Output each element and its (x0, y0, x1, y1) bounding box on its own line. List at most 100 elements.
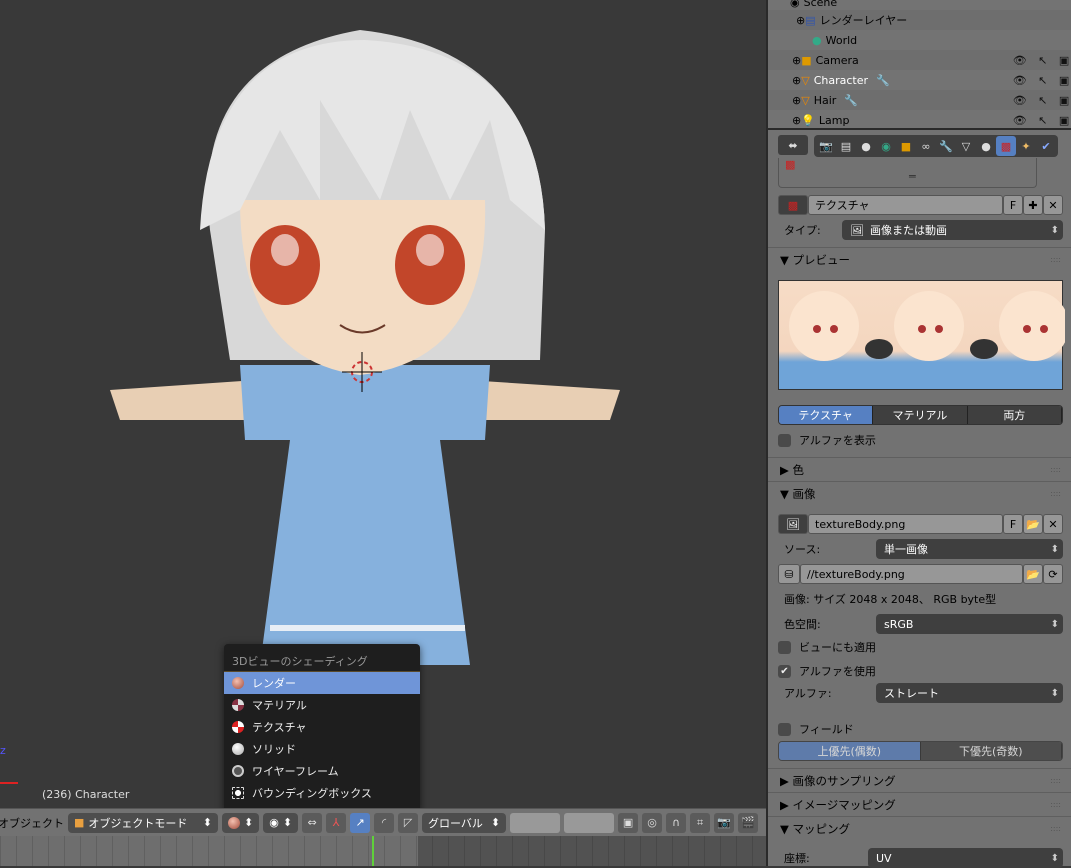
object-tab-icon[interactable]: ■ (896, 136, 916, 156)
source-dropdown[interactable]: 単一画像 (876, 539, 1063, 559)
layers-2[interactable] (564, 812, 615, 833)
cursor-icon[interactable]: ↖ (1038, 74, 1047, 87)
translate-icon[interactable]: ⅄ (326, 812, 347, 833)
sampling-panel-header[interactable]: ▶ 画像のサンプリング:::: (768, 768, 1071, 792)
object-menu[interactable]: オブジェクト (0, 815, 64, 831)
cursor-icon[interactable]: ↖ (1038, 54, 1047, 67)
menu-item-material[interactable]: マテリアル (224, 694, 420, 716)
render-animation-icon[interactable]: 🎬 (738, 812, 759, 833)
fake-user-button[interactable]: F (1003, 195, 1023, 215)
scale-icon[interactable]: ◜ (374, 812, 395, 833)
filepath-field[interactable]: //textureBody.png (800, 564, 1023, 584)
manipulator-toggle-icon[interactable]: ⇔ (302, 812, 323, 833)
mapping-panel-header[interactable]: ▼ マッピング:::: (768, 816, 1071, 840)
rotate-icon[interactable]: ↗ (350, 812, 371, 833)
mesh-icon: ▽ (801, 73, 810, 87)
render-icon[interactable]: ▣ (1059, 54, 1069, 67)
texture-browse-icon[interactable]: ▩ (778, 195, 808, 215)
outliner-item-renderlayer[interactable]: ⊕ ▤ レンダーレイヤー (768, 10, 1071, 30)
view-as-render-checkbox[interactable] (778, 640, 791, 654)
cursor-icon[interactable]: ↖ (1038, 94, 1047, 107)
reload-icon[interactable]: ⟳ (1043, 564, 1063, 584)
tab-texture[interactable]: テクスチャ (779, 406, 874, 424)
constraints-tab-icon[interactable]: ∞ (916, 136, 936, 156)
scene-tab-icon[interactable]: ● (856, 136, 876, 156)
fields-row[interactable]: フィールド (778, 719, 1063, 739)
snap-icon[interactable]: ∩ (666, 812, 687, 833)
unlink-image-icon[interactable]: ✕ (1043, 514, 1063, 534)
tab-material[interactable]: マテリアル (873, 406, 968, 424)
colorspace-dropdown[interactable]: sRGB (876, 614, 1063, 634)
data-tab-icon[interactable]: ▽ (956, 136, 976, 156)
fields-checkbox[interactable] (778, 722, 791, 736)
shading-select[interactable]: ⬍ (222, 812, 260, 833)
file-browse-icon[interactable]: 📂 (1023, 564, 1043, 584)
orientation-select[interactable]: グローバル ⬍ (422, 812, 507, 833)
view-as-render-row[interactable]: ビューにも適用 (778, 637, 1063, 657)
field-order-odd[interactable]: 下優先(奇数) (920, 742, 1062, 760)
eye-icon[interactable]: 👁 (1013, 54, 1027, 67)
cursor-icon[interactable]: ↖ (1038, 114, 1047, 127)
eye-icon[interactable]: 👁 (1013, 74, 1027, 87)
resize-handle[interactable]: ═ (909, 170, 916, 183)
menu-item-bounding-box[interactable]: バウンディングボックス (224, 782, 420, 804)
particles-tab-icon[interactable]: ✦ (1016, 136, 1036, 156)
snap-element-icon[interactable]: ⌗ (690, 812, 711, 833)
texture-slots-list[interactable]: ▩ ═ (778, 158, 1037, 188)
material-tab-icon[interactable]: ● (976, 136, 996, 156)
layer-lock-icon[interactable]: ▣ (618, 812, 639, 833)
menu-item-solid[interactable]: ソリッド (224, 738, 420, 760)
menu-item-texture[interactable]: テクスチャ (224, 716, 420, 738)
pivot-select[interactable]: ◉ ⬍ (263, 812, 299, 833)
preview-panel-header[interactable]: ▼ プレビュー:::: (768, 247, 1071, 271)
alpha-dropdown[interactable]: ストレート (876, 683, 1063, 703)
outliner-item-world[interactable]: ● World (768, 30, 1071, 50)
menu-item-wireframe[interactable]: ワイヤーフレーム (224, 760, 420, 782)
render-icon[interactable]: ▣ (1059, 94, 1069, 107)
scale-icon-2[interactable]: ◸ (398, 812, 419, 833)
show-alpha-checkbox[interactable] (778, 433, 791, 447)
timeline[interactable] (0, 836, 766, 866)
mode-select[interactable]: ■ オブジェクトモード ⬍ (68, 812, 218, 833)
layers-1[interactable] (510, 812, 561, 833)
type-dropdown[interactable]: 🖼 画像または動画 (842, 220, 1063, 240)
render-camera-icon[interactable]: 📷 (714, 812, 735, 833)
3d-viewport[interactable]: z (236) Character 3Dビューのシェーディング レンダー マテリ… (0, 0, 766, 808)
open-image-icon[interactable]: 📂 (1023, 514, 1043, 534)
eye-icon[interactable]: 👁 (1013, 114, 1027, 127)
menu-item-render[interactable]: レンダー (224, 672, 420, 694)
use-alpha-row[interactable]: ✔ アルファを使用 (778, 661, 1063, 681)
color-panel-header[interactable]: ▶ 色:::: (768, 457, 1071, 481)
outliner-item-character[interactable]: ⊕ ▽ Character 🔧 👁 ↖ ▣ (768, 70, 1071, 90)
coords-dropdown[interactable]: UV (868, 848, 1063, 868)
unlink-icon[interactable]: ✕ (1043, 195, 1063, 215)
editor-type-icon[interactable]: ⬌ (778, 135, 808, 155)
render-icon[interactable]: ▣ (1059, 74, 1069, 87)
world-tab-icon[interactable]: ◉ (876, 136, 896, 156)
current-frame-cursor[interactable] (372, 836, 374, 866)
tab-both[interactable]: 両方 (967, 406, 1062, 424)
outliner-item-hair[interactable]: ⊕ ▽ Hair 🔧 👁 ↖ ▣ (768, 90, 1071, 110)
texture-name-field[interactable]: テクスチャ (808, 195, 1003, 215)
image-name-field[interactable]: textureBody.png (808, 514, 1003, 534)
use-alpha-checkbox[interactable]: ✔ (778, 664, 791, 678)
physics-tab-icon[interactable]: ✔ (1036, 136, 1056, 156)
render-icon[interactable]: ▣ (1059, 114, 1069, 127)
field-order-even[interactable]: 上優先(偶数) (779, 742, 921, 760)
image-browse-icon[interactable]: 🖼 (778, 514, 808, 534)
show-alpha-row[interactable]: アルファを表示 (778, 430, 1063, 450)
preview-image (789, 291, 1069, 361)
outliner-item-camera[interactable]: ⊕ ■ Camera 👁 ↖ ▣ (768, 50, 1071, 70)
texture-tab-icon[interactable]: ▩ (996, 136, 1016, 156)
image-mapping-panel-header[interactable]: ▶ イメージマッピング:::: (768, 792, 1071, 816)
pack-icon[interactable]: ⛁ (778, 564, 800, 584)
fake-user-button[interactable]: F (1003, 514, 1023, 534)
proportional-edit-icon[interactable]: ◎ (642, 812, 663, 833)
render-layers-tab-icon[interactable]: ▤ (836, 136, 856, 156)
new-texture-icon[interactable]: ✚ (1023, 195, 1043, 215)
eye-icon[interactable]: 👁 (1013, 94, 1027, 107)
modifiers-tab-icon[interactable]: 🔧 (936, 136, 956, 156)
outliner-item-lamp[interactable]: ⊕ 💡 Lamp 👁 ↖ ▣ (768, 110, 1071, 130)
render-tab-icon[interactable]: 📷 (816, 136, 836, 156)
image-panel-header[interactable]: ▼ 画像:::: (768, 481, 1071, 505)
